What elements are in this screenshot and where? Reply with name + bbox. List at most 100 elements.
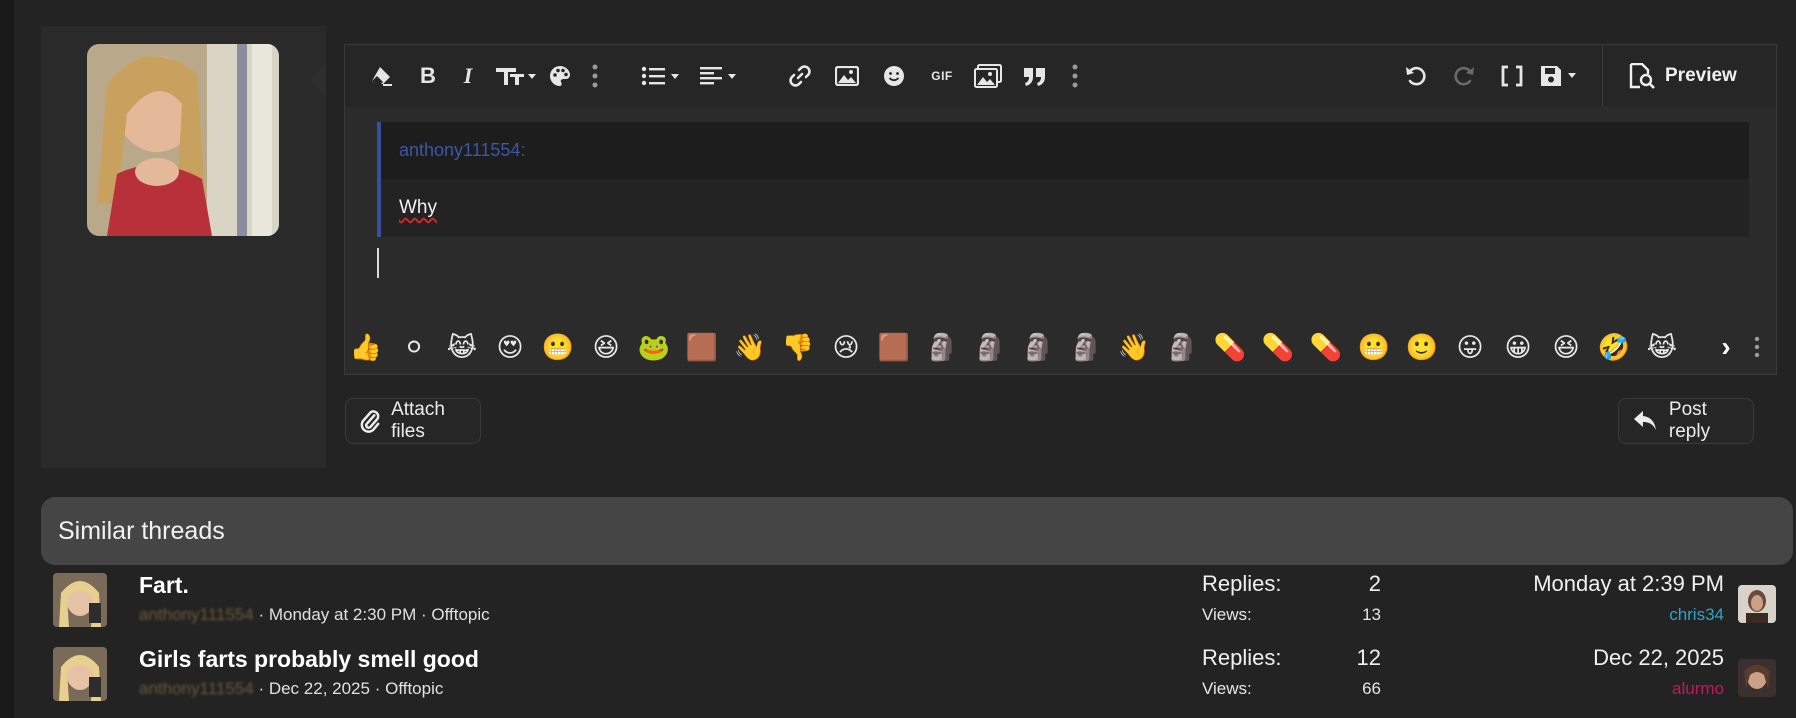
more-icon[interactable] — [1065, 57, 1085, 95]
emoji-item[interactable]: 🐸 — [637, 331, 671, 365]
thread-title[interactable]: Fart. — [139, 572, 189, 599]
similar-threads-heading: Similar threads — [41, 497, 1793, 565]
last-post-user[interactable]: alurmo — [1672, 679, 1724, 699]
meta-separator: · — [374, 679, 386, 698]
emoji-item[interactable]: 🗿 — [973, 331, 1007, 365]
editor-toolbar: B I GIF Preview — [345, 45, 1776, 107]
smiley-icon[interactable] — [879, 57, 909, 95]
thread-forum[interactable]: Offtopic — [431, 605, 489, 624]
avatar[interactable] — [1738, 585, 1776, 623]
emoji-item[interactable]: 😬 — [1357, 331, 1391, 365]
save-draft-icon[interactable] — [1538, 57, 1584, 95]
views-count: 66 — [1362, 679, 1381, 698]
views-count: 13 — [1362, 605, 1381, 624]
reply-icon — [1633, 411, 1656, 430]
avatar[interactable] — [87, 44, 279, 236]
emoji-bar: 👍 ⚪ 😹 😍 😬 😆 🐸 🟫 👋 👎 😢 🟫 🗿 🗿 🗿 🗿 👋 🗿 💊 💊 💊 😬 🙂 😛 😀 😆 🤣 😹 › — [345, 321, 1776, 375]
emoji-item[interactable]: 😹 — [445, 331, 479, 365]
align-icon[interactable] — [699, 57, 743, 95]
more-icon[interactable] — [1747, 329, 1767, 365]
emoji-item[interactable]: 😢 — [829, 331, 863, 365]
thread-row[interactable]: Fart. anthony111554 · Monday at 2:30 PM … — [41, 567, 1776, 641]
preview-icon — [1629, 63, 1655, 89]
emoji-item[interactable]: 😍 — [493, 331, 527, 365]
link-icon[interactable] — [785, 57, 815, 95]
emoji-item[interactable]: 👎 — [781, 331, 815, 365]
emoji-item[interactable]: 😆 — [589, 331, 623, 365]
avatar[interactable] — [53, 647, 107, 701]
avatar[interactable] — [1738, 659, 1776, 697]
emoji-item[interactable]: ⚪ — [397, 331, 431, 365]
thread-row[interactable]: Girls farts probably smell good anthony1… — [41, 641, 1776, 715]
list-icon[interactable] — [640, 57, 684, 95]
emoji-item[interactable]: 🙂 — [1405, 331, 1439, 365]
thread-author[interactable]: anthony111554 — [139, 679, 254, 698]
italic-icon[interactable]: I — [455, 57, 481, 95]
quote-text: Why — [381, 179, 1749, 237]
last-post-user[interactable]: chris34 — [1669, 605, 1724, 625]
redo-icon — [1448, 57, 1480, 95]
emoji-item[interactable]: 👍 — [349, 331, 383, 365]
palette-icon[interactable] — [545, 57, 575, 95]
emoji-item[interactable]: 💊 — [1261, 331, 1295, 365]
emoji-item[interactable]: 👋 — [733, 331, 767, 365]
emoji-item[interactable]: 💊 — [1309, 331, 1343, 365]
text-caret — [377, 248, 379, 278]
bold-icon[interactable]: B — [415, 57, 441, 95]
replies-label: Replies: — [1202, 645, 1282, 670]
emoji-item[interactable]: 🗿 — [1069, 331, 1103, 365]
thread-meta: anthony111554 · Monday at 2:30 PM · Offt… — [139, 605, 490, 625]
emoji-item[interactable]: 🗿 — [1021, 331, 1055, 365]
message-editor[interactable]: B I GIF Preview anthony111554: Why 👍 ⚪ 😹… — [344, 44, 1777, 375]
thread-title[interactable]: Girls farts probably smell good — [139, 646, 479, 673]
quote-icon[interactable] — [1020, 57, 1050, 95]
emoji-item[interactable]: 😬 — [541, 331, 575, 365]
bbcode-icon[interactable] — [1496, 57, 1528, 95]
post-reply-button[interactable]: Post reply — [1618, 398, 1754, 444]
meta-separator: · — [420, 605, 432, 624]
thread-meta: anthony111554 · Dec 22, 2025 · Offtopic — [139, 679, 443, 699]
emoji-item[interactable]: 🟫 — [877, 331, 911, 365]
avatar-pointer — [310, 64, 326, 96]
quote-block: anthony111554: Why — [377, 122, 1749, 237]
eraser-icon[interactable] — [367, 57, 397, 95]
paperclip-icon — [360, 410, 380, 433]
media-icon[interactable] — [972, 57, 1004, 95]
image-icon[interactable] — [832, 57, 862, 95]
quote-author[interactable]: anthony111554: — [381, 122, 1749, 179]
emoji-item[interactable]: 🤣 — [1597, 331, 1631, 365]
last-post-date[interactable]: Monday at 2:39 PM — [1533, 571, 1724, 597]
emoji-item[interactable]: 😆 — [1549, 331, 1583, 365]
preview-label: Preview — [1665, 65, 1737, 86]
emoji-item[interactable]: 😹 — [1645, 331, 1679, 365]
emoji-item[interactable]: 😀 — [1501, 331, 1535, 365]
gif-icon[interactable]: GIF — [925, 57, 959, 95]
replies-label: Replies: — [1202, 571, 1282, 596]
avatar[interactable] — [53, 573, 107, 627]
last-post-date[interactable]: Dec 22, 2025 — [1593, 645, 1724, 671]
views-label: Views: — [1202, 679, 1252, 698]
attach-files-button[interactable]: Attach files — [345, 398, 481, 444]
emoji-item[interactable]: 💊 — [1213, 331, 1247, 365]
preview-button[interactable]: Preview — [1609, 57, 1769, 95]
more-icon[interactable] — [585, 57, 605, 95]
emoji-item[interactable]: 🗿 — [925, 331, 959, 365]
undo-icon[interactable] — [1400, 57, 1432, 95]
post-reply-label: Post reply — [1668, 399, 1711, 442]
attach-files-label: Attach files — [391, 399, 445, 442]
emoji-item[interactable]: 🟫 — [685, 331, 719, 365]
emoji-item[interactable]: 😛 — [1453, 331, 1487, 365]
views-label: Views: — [1202, 605, 1252, 624]
thread-author[interactable]: anthony111554 — [139, 605, 254, 624]
toolbar-divider — [1602, 45, 1603, 107]
replies-count: 2 — [1368, 571, 1381, 596]
emoji-item[interactable]: 👋 — [1117, 331, 1151, 365]
chevron-right-icon[interactable]: › — [1711, 329, 1741, 365]
text-size-icon[interactable] — [493, 57, 539, 95]
emoji-item[interactable]: 🗿 — [1165, 331, 1199, 365]
page-edge — [0, 0, 14, 718]
thread-forum[interactable]: Offtopic — [385, 679, 443, 698]
quote-text-word: Why — [399, 197, 437, 218]
meta-separator: · — [258, 679, 269, 698]
meta-separator: · — [258, 605, 269, 624]
